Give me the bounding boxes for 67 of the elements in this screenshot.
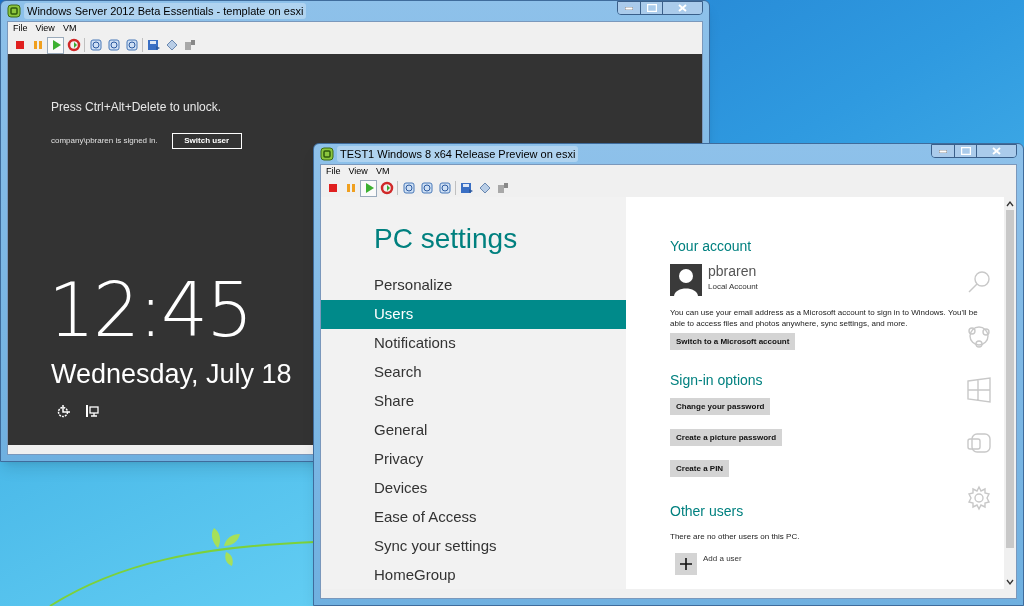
section-heading: Other users [670,504,745,518]
logo-icon [320,147,334,161]
nav-item[interactable]: Share [321,387,626,416]
window-title: Windows Server 2012 Beta Essentials - template on esxi [24,2,307,20]
menu-item[interactable]: VM [62,22,77,36]
switch-user-button[interactable]: Switch user [171,133,242,149]
date-text: Wednesday, July 18 [51,361,292,388]
nav-item[interactable]: Ease of Access [321,503,626,532]
reset-button[interactable] [378,179,395,197]
account-description: You can use your email address as a Microsoft account to sign in to Windows. You'll be able to access files and photos anywhere, sync settings, and more. [670,307,979,329]
no-users-note: There are no other users on this PC. [670,531,801,543]
user-avatar-icon [670,264,702,296]
nav-item[interactable]: Users [321,300,626,329]
sign-in-option-button[interactable]: Change your password [670,398,771,415]
nav-item[interactable]: HomeGroup [321,561,626,589]
tag-icon [164,38,179,52]
tool-icon [182,38,197,52]
maximize-button[interactable] [954,145,976,157]
menu-item[interactable]: File [13,22,28,36]
signed-in-text: company\pbraren is signed in. [51,135,158,147]
nav-item[interactable]: Notifications [321,329,626,358]
microsoft-account-button[interactable]: Switch to a Microsoft account [670,333,796,350]
scrollbar-thumb[interactable] [1006,210,1014,548]
tool-icon [495,181,510,195]
reset-button[interactable] [65,36,82,54]
minimize-icon [625,6,633,10]
maximize-icon [960,147,971,155]
close-icon [992,147,1001,155]
maximize-button[interactable] [640,2,662,14]
plus-icon [680,558,692,570]
nav-item[interactable]: Sync your settings [321,532,626,561]
minimize-icon [939,149,947,153]
network-icon[interactable] [85,404,99,418]
menu-item[interactable]: File [326,165,341,179]
nav-item[interactable]: Privacy [321,445,626,474]
close-button[interactable] [976,145,1016,157]
reset-icon [66,38,81,52]
play-button[interactable] [47,36,64,54]
close-icon [678,4,687,12]
accessibility-icon[interactable] [57,404,71,418]
nav-item[interactable]: General [321,416,626,445]
tag-icon [477,181,492,195]
scroll-down-icon [1006,578,1014,586]
menu-item[interactable]: View [35,22,55,36]
reset-icon [379,181,394,195]
clock-time: 12:45 [48,273,252,347]
sign-in-option-button[interactable]: Create a PIN [670,460,730,477]
scroll-up-icon [1006,200,1014,208]
nav-item[interactable]: Personalize [321,271,626,300]
add-user-label: Add a user [703,553,742,565]
sign-in-option-button[interactable]: Create a picture password [670,429,783,446]
close-button[interactable] [662,2,702,14]
window-title: TEST1 Windows 8 x64 Release Preview on esxi [337,145,579,163]
add-user-button[interactable] [675,553,697,575]
menu-item[interactable]: VM [375,165,390,179]
page-title: PC settings [373,225,519,253]
nav-item[interactable]: Search [321,358,626,387]
maximize-icon [646,4,657,12]
nav-item[interactable]: Devices [321,474,626,503]
unlock-message: Press Ctrl+Alt+Delete to unlock. [51,99,222,116]
menu-item[interactable]: View [348,165,368,179]
section-heading: Your account [670,239,753,253]
logo-icon [7,4,21,18]
user-name: pbraren [708,264,758,278]
section-heading: Sign-in options [670,373,764,387]
account-type: Local Account [708,281,758,293]
play-button[interactable] [360,179,377,197]
